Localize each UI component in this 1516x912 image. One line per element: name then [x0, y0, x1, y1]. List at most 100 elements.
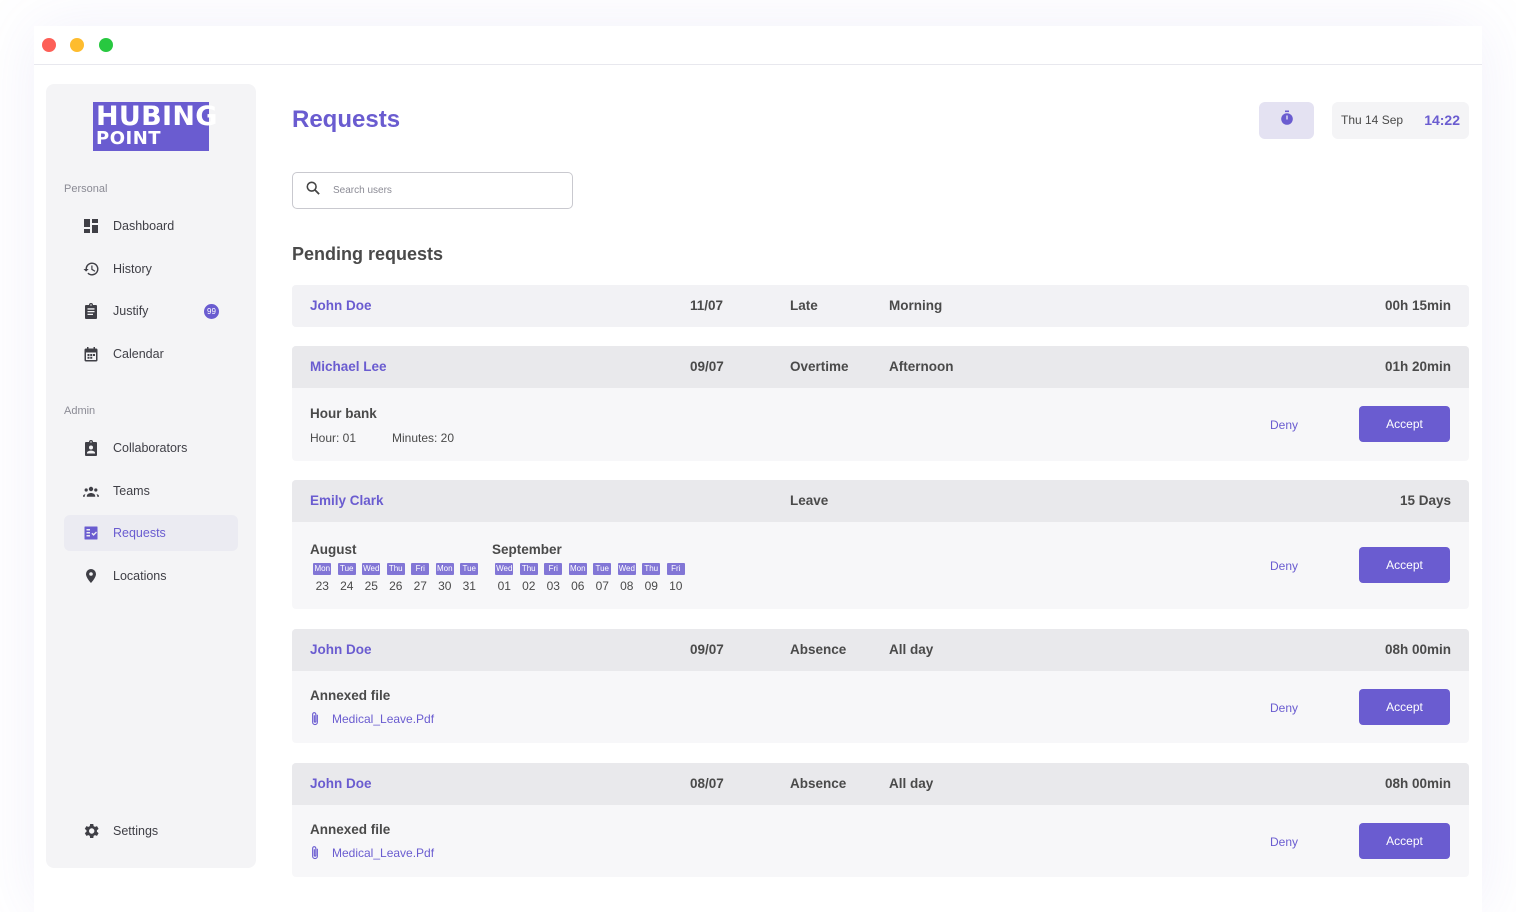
maximize-window-button[interactable]	[99, 38, 113, 52]
sidebar-item-label: History	[113, 262, 152, 276]
weekday-label: Thu	[386, 563, 405, 575]
leave-days: Wed 01 Thu 02 Fri 03 Mon 06 Tue 07 Wed 08 Thu 09 Fri 10	[492, 563, 688, 593]
paperclip-icon	[312, 712, 318, 726]
day-number: 02	[522, 579, 536, 593]
sidebar-item-label: Requests	[113, 526, 166, 540]
weekday-label: Fri	[666, 563, 685, 575]
leave-day: Fri 10	[664, 563, 689, 593]
day-number: 24	[340, 579, 354, 593]
accept-button[interactable]: Accept	[1359, 547, 1450, 583]
sidebar-item-settings[interactable]: Settings	[64, 813, 238, 849]
request-card[interactable]: John Doe 11/07 Late Morning 00h 15min	[292, 285, 1469, 327]
day-number: 31	[462, 579, 476, 593]
detail-title: Hour bank	[310, 406, 377, 421]
request-header[interactable]: Michael Lee 09/07 Overtime Afternoon 01h…	[292, 346, 1469, 388]
search-bar	[292, 172, 573, 209]
weekday-label: Wed	[617, 563, 636, 575]
deny-button[interactable]: Deny	[1270, 701, 1298, 715]
sidebar-item-label: Dashboard	[113, 219, 175, 233]
search-input[interactable]	[333, 185, 553, 196]
month-name: September	[492, 542, 562, 557]
sidebar: HUBING POINT Personal Dashboard History …	[46, 84, 256, 868]
weekday-label: Wed	[362, 563, 381, 575]
sidebar-item-dashboard[interactable]: Dashboard	[64, 208, 238, 244]
request-header[interactable]: John Doe 11/07 Late Morning 00h 15min	[292, 285, 1469, 327]
day-number: 30	[438, 579, 452, 593]
weekday-label: Fri	[411, 563, 430, 575]
minimize-window-button[interactable]	[70, 38, 84, 52]
leave-day: Thu 09	[639, 563, 664, 593]
weekday-label: Thu	[642, 563, 661, 575]
sidebar-item-history[interactable]: History	[64, 251, 238, 287]
request-period: All day	[889, 776, 934, 791]
page-title: Requests	[292, 106, 401, 133]
current-time: 14:22	[1424, 112, 1460, 128]
detail-title: Annexed file	[310, 688, 391, 703]
hubing-point-logo[interactable]: HUBING POINT	[93, 102, 217, 151]
gear-icon	[83, 823, 99, 839]
sidebar-item-collaborators[interactable]: Collaborators	[64, 430, 238, 466]
weekday-label: Tue	[460, 563, 479, 575]
day-number: 08	[620, 579, 634, 593]
hour-value: Hour: 01	[310, 431, 357, 445]
weekday-label: Mon	[313, 563, 332, 575]
request-date: 08/07	[690, 776, 724, 791]
personal-section-label: Personal	[64, 183, 108, 195]
request-card: John Doe 08/07 Absence All day 08h 00min…	[292, 763, 1469, 877]
window-titlebar	[34, 26, 1482, 65]
sidebar-item-justify[interactable]: Justify 99	[64, 293, 238, 329]
leave-day: Mon 06	[566, 563, 591, 593]
paperclip-icon	[312, 846, 318, 860]
current-date: Thu 14 Sep	[1341, 113, 1404, 127]
leave-day: Thu 26	[384, 563, 409, 593]
sidebar-item-label: Collaborators	[113, 441, 188, 455]
request-header[interactable]: Emily Clark Leave 15 Days	[292, 480, 1469, 522]
sidebar-item-requests[interactable]: Requests	[64, 515, 238, 551]
deny-button[interactable]: Deny	[1270, 418, 1298, 432]
sidebar-item-locations[interactable]: Locations	[64, 558, 238, 594]
day-number: 07	[595, 579, 609, 593]
request-header[interactable]: John Doe 09/07 Absence All day 08h 00min	[292, 629, 1469, 671]
request-period: Afternoon	[889, 359, 954, 374]
request-type: Overtime	[790, 359, 849, 374]
day-number: 26	[389, 579, 403, 593]
clipboard-icon	[83, 303, 99, 319]
search-icon	[293, 181, 333, 200]
sidebar-item-label: Calendar	[113, 347, 164, 361]
sidebar-item-label: Justify	[113, 304, 149, 318]
annexed-file-link[interactable]: Medical_Leave.Pdf	[310, 845, 434, 860]
sidebar-item-label: Teams	[113, 484, 150, 498]
requester-name: John Doe	[310, 776, 372, 791]
request-duration: 01h 20min	[1384, 359, 1451, 374]
timer-button[interactable]	[1259, 102, 1314, 139]
sidebar-item-teams[interactable]: Teams	[64, 473, 238, 509]
notification-badge: 99	[204, 304, 219, 319]
sidebar-item-calendar[interactable]: Calendar	[64, 336, 238, 372]
accept-button[interactable]: Accept	[1359, 406, 1450, 442]
leave-day: Fri 03	[541, 563, 566, 593]
close-window-button[interactable]	[42, 38, 56, 52]
stopwatch-icon	[1279, 110, 1295, 131]
leave-days: Mon 23 Tue 24 Wed 25 Thu 26 Fri 27 Mon 30 Tue 31	[310, 563, 482, 593]
day-number: 27	[413, 579, 427, 593]
leave-day: Tue 24	[335, 563, 360, 593]
deny-button[interactable]: Deny	[1270, 559, 1298, 573]
day-number: 03	[546, 579, 560, 593]
file-name: Medical_Leave.Pdf	[332, 711, 435, 726]
month-name: August	[310, 542, 357, 557]
annexed-file-link[interactable]: Medical_Leave.Pdf	[310, 711, 434, 726]
deny-button[interactable]: Deny	[1270, 835, 1298, 849]
minutes-value: Minutes: 20	[392, 431, 455, 445]
accept-button[interactable]: Accept	[1359, 689, 1450, 725]
leave-day: Mon 30	[433, 563, 458, 593]
request-type: Absence	[790, 642, 847, 657]
accept-button[interactable]: Accept	[1359, 823, 1450, 859]
leave-day: Tue 31	[457, 563, 482, 593]
history-icon	[83, 261, 99, 277]
weekday-label: Tue	[337, 563, 356, 575]
file-name: Medical_Leave.Pdf	[332, 845, 435, 860]
collaborators-icon	[83, 440, 99, 456]
request-header[interactable]: John Doe 08/07 Absence All day 08h 00min	[292, 763, 1469, 805]
request-period: All day	[889, 642, 934, 657]
weekday-label: Mon	[568, 563, 587, 575]
